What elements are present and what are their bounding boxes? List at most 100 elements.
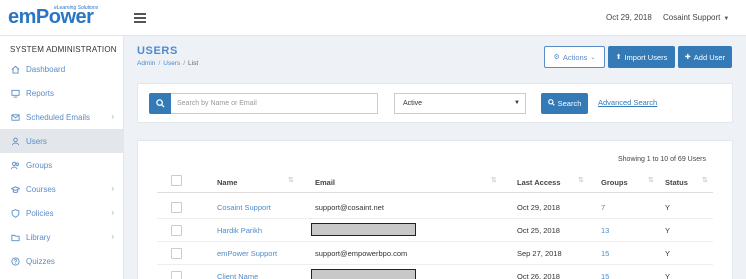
breadcrumb: Admin / Users / List [137,60,198,67]
user-name-link[interactable]: Hardik Parikh [217,226,262,235]
sidebar-item-courses[interactable]: Courses › [0,177,124,201]
add-user-label: Add User [693,52,726,62]
status-select-value: Active [403,100,423,107]
users-icon [10,160,20,170]
last-access: Oct 26, 2018 [517,272,560,279]
sidebar-item-groups[interactable]: Groups [0,153,124,177]
groups-count-link[interactable]: 13 [601,226,609,235]
groups-count-link[interactable]: 15 [601,272,609,279]
chevron-down-icon: ▼ [723,16,730,22]
user-name-link[interactable]: emPower Support [217,249,277,258]
column-header-name[interactable]: Name [217,178,237,187]
advanced-search-link[interactable]: Advanced Search [598,98,657,107]
select-all-checkbox[interactable] [171,175,182,186]
actions-button[interactable]: ⚙ Actions ⌄ [544,46,605,68]
row-checkbox[interactable] [171,225,182,236]
sidebar-item-label: Courses [26,184,56,194]
logo[interactable]: emPower eLearning Solutions [8,4,128,32]
row-divider [157,264,713,265]
header-divider [157,192,713,193]
sidebar-item-label: Users [26,136,47,146]
search-button[interactable]: Search [541,93,588,114]
sidebar-item-label: Scheduled Emails [26,112,91,122]
sidebar-item-users[interactable]: Users [0,129,124,153]
sidebar-item-scheduled-emails[interactable]: Scheduled Emails › [0,105,124,129]
status-value: Y [665,249,671,258]
status-value: Y [665,272,671,279]
sort-icon[interactable]: ⇅ [578,176,584,184]
add-user-button[interactable]: ✚ Add User [678,46,732,68]
import-users-button[interactable]: ⬆ Import Users [608,46,675,68]
sidebar-item-label: Quizzes [26,256,55,266]
current-date: Oct 29, 2018 [606,13,652,22]
user-icon [10,136,20,146]
status-value: Y [665,203,671,212]
row-checkbox[interactable] [171,248,182,259]
row-checkbox[interactable] [171,202,182,213]
shield-icon [10,208,20,218]
logo-tagline: eLearning Solutions [54,5,99,11]
sidebar-item-dashboard[interactable]: Dashboard [0,57,124,81]
user-menu[interactable]: Cosaint Support ▼ [663,13,729,22]
sidebar-item-policies[interactable]: Policies › [0,201,124,225]
groups-count-link[interactable]: 15 [601,249,609,258]
last-access: Oct 29, 2018 [517,203,560,212]
column-header-status[interactable]: Status [665,178,688,187]
sidebar-item-library[interactable]: Library › [0,225,124,249]
sidebar-item-label: Groups [26,160,53,170]
quiz-icon [10,256,20,266]
sidebar-item-quizzes[interactable]: Quizzes [0,249,124,273]
groups-count-link[interactable]: 7 [601,203,605,212]
sort-icon[interactable]: ⇅ [491,176,497,184]
breadcrumb-admin[interactable]: Admin [137,60,155,67]
sidebar-item-label: Policies [26,208,54,218]
upload-icon: ⬆ [615,54,622,61]
row-divider [157,218,713,219]
user-email: support@cosaint.net [315,203,384,212]
sidebar-item-label: Reports [26,88,55,98]
column-header-groups[interactable]: Groups [601,178,628,187]
search-icon [547,99,555,108]
pagination-info: Showing 1 to 10 of 69 Users [618,156,706,163]
column-header-last-access[interactable]: Last Access [517,178,561,187]
search-button-label: Search [557,99,582,108]
breadcrumb-users[interactable]: Users [163,60,180,67]
import-users-label: Import Users [624,52,668,62]
sidebar-title: SYSTEM ADMINISTRATION [10,45,117,54]
chevron-right-icon: › [111,184,114,193]
page-title: USERS [137,45,178,57]
last-access: Sep 27, 2018 [517,249,562,258]
user-name-link[interactable]: Cosaint Support [217,203,271,212]
breadcrumb-list: List [188,60,199,67]
home-icon [10,64,20,74]
breadcrumb-separator: / [183,60,186,67]
status-select[interactable]: Active ▼ [394,93,526,114]
graduation-cap-icon [10,184,20,194]
user-name-link[interactable]: Client Name [217,272,258,279]
gear-icon: ⚙ [553,54,560,61]
top-bar: emPower eLearning Solutions Oct 29, 2018… [0,0,746,36]
sidebar-item-label: Dashboard [26,64,66,74]
search-input[interactable]: Search by Name or Email [171,93,378,114]
plus-icon: ✚ [684,54,691,61]
chevron-right-icon: › [111,112,114,121]
row-checkbox[interactable] [171,271,182,279]
actions-label: Actions [562,52,588,62]
menu-toggle-icon[interactable] [134,13,146,23]
sidebar-item-label: Library [26,232,51,242]
chevron-down-icon: ⌄ [590,54,596,61]
chevron-right-icon: › [111,208,114,217]
user-name: Cosaint Support [663,13,721,22]
chevron-down-icon: ▼ [514,100,520,106]
sort-icon[interactable]: ⇅ [648,176,654,184]
envelope-icon [10,112,20,122]
sort-icon[interactable]: ⇅ [288,176,294,184]
redacted-email [311,223,416,236]
sort-icon[interactable]: ⇅ [702,176,708,184]
breadcrumb-separator: / [158,60,161,67]
column-header-email[interactable]: Email [315,178,335,187]
user-email: support@empowerbpo.com [315,249,408,258]
sidebar-item-reports[interactable]: Reports [0,81,124,105]
search-icon[interactable] [149,93,171,114]
last-access: Oct 25, 2018 [517,226,560,235]
